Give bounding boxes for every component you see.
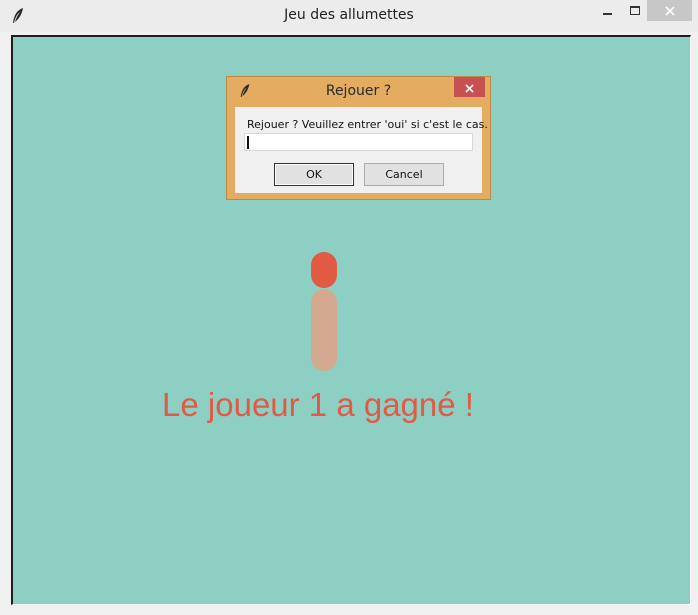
text-cursor	[247, 136, 249, 149]
close-button[interactable]	[647, 0, 692, 21]
match-stick[interactable]	[311, 289, 337, 371]
dialog-body: Rejouer ? Veuillez entrer 'oui' si c'est…	[235, 107, 488, 193]
replay-answer-input[interactable]	[244, 133, 473, 151]
maximize-button[interactable]	[622, 0, 648, 21]
winner-message: Le joueur 1 a gagné !	[162, 386, 474, 423]
dialog-close-button[interactable]	[454, 77, 485, 97]
cancel-button[interactable]: Cancel	[364, 163, 444, 186]
match-head[interactable]	[311, 252, 337, 288]
minimize-button[interactable]	[594, 0, 620, 21]
ok-button[interactable]: OK	[274, 163, 354, 186]
dialog-title: Rejouer ?	[325, 83, 392, 99]
replay-dialog: Rejouer ? Rejouer ? Veuillez entrer 'oui…	[226, 76, 491, 200]
close-icon	[664, 5, 675, 16]
close-icon	[465, 78, 474, 97]
dialog-prompt: Rejouer ? Veuillez entrer 'oui' si c'est…	[247, 118, 488, 131]
window-title-bar[interactable]: Jeu des allumettes	[0, 0, 698, 32]
